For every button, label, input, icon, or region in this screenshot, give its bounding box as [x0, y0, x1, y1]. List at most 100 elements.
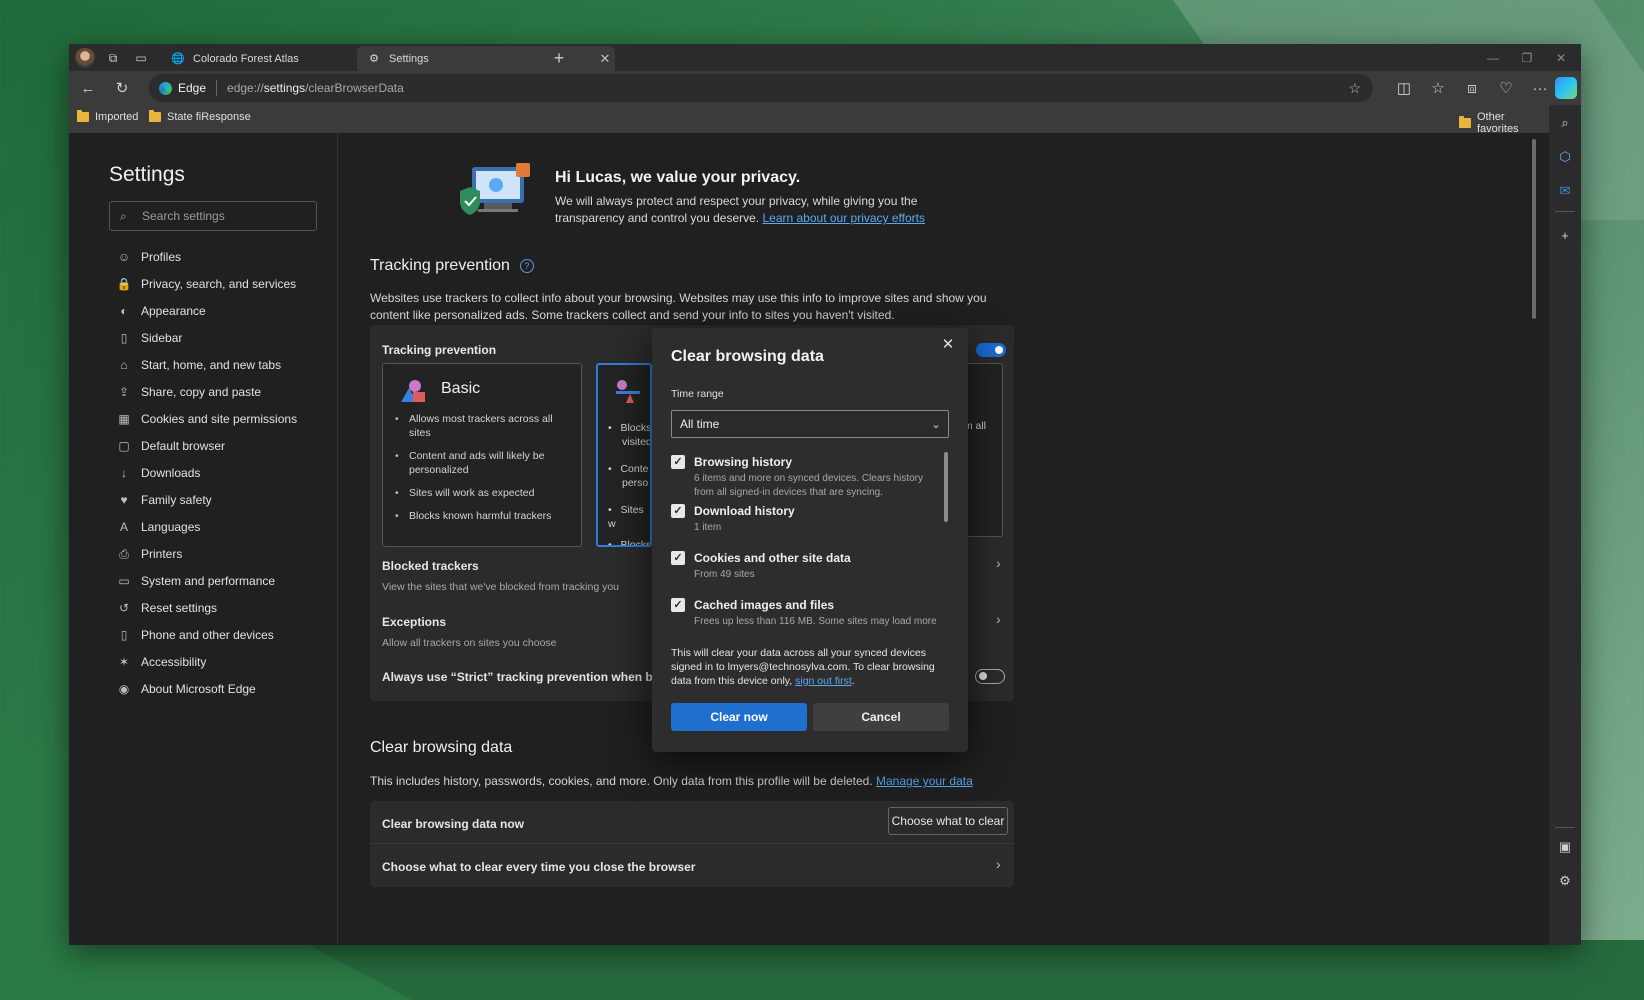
privacy-efforts-link[interactable]: Learn about our privacy efforts — [762, 211, 925, 225]
more-menu-icon[interactable]: ··· — [1527, 76, 1553, 100]
browser-essentials-icon[interactable]: ♡ — [1493, 76, 1519, 100]
nav-item-about-microsoft-edge[interactable]: ◉ About Microsoft Edge — [117, 677, 256, 701]
manage-data-link[interactable]: Manage your data — [876, 774, 973, 788]
nav-item-cookies-and-site-permissions[interactable]: ▦ Cookies and site permissions — [117, 407, 297, 431]
checkbox-checked[interactable]: ✓ — [671, 455, 685, 469]
chevron-right-icon: › — [996, 856, 1001, 872]
tracking-heading: Tracking prevention? — [370, 257, 534, 275]
nav-item-system-and-performance[interactable]: ▭ System and performance — [117, 569, 275, 593]
cached-files-option[interactable]: ✓ Cached images and files Frees up less … — [671, 598, 941, 632]
lock-icon: 🔒 — [116, 277, 132, 291]
download-icon: ↓ — [121, 466, 127, 480]
page-scrollbar[interactable] — [1532, 139, 1536, 319]
nav-item-default-browser[interactable]: ▢ Default browser — [117, 434, 225, 458]
accessibility-icon: ✶ — [118, 655, 130, 669]
browser-icon: ▢ — [118, 439, 130, 453]
tab-settings[interactable]: ⚙ Settings ✕ — [357, 46, 615, 71]
profile-icon: ☺ — [117, 250, 131, 264]
tracking-option-basic[interactable]: Basic Allows most trackers across all si… — [382, 363, 582, 547]
tab-actions-icon[interactable]: ▭ — [131, 48, 151, 68]
cookie-icon: ▦ — [118, 412, 130, 426]
close-icon[interactable]: ✕ — [938, 335, 958, 355]
clear-now-label: Clear browsing data now — [382, 817, 525, 831]
folder-icon — [149, 110, 161, 122]
nav-item-appearance[interactable]: ◐ Appearance — [117, 299, 205, 323]
tracking-description: Websites use trackers to collect info ab… — [370, 291, 987, 322]
copilot-sidebar-icon[interactable]: ⬡ — [1555, 147, 1575, 167]
clear-data-heading: Clear browsing data — [370, 739, 513, 756]
favorite-folder-imported[interactable]: Imported — [77, 110, 138, 123]
browsing-history-option[interactable]: ✓ Browsing history 6 items and more on s… — [671, 455, 941, 499]
language-icon: A — [119, 520, 128, 534]
palette-icon: ◐ — [120, 304, 128, 318]
add-app-icon[interactable]: + — [1555, 225, 1575, 245]
outlook-icon[interactable]: ✉ — [1555, 181, 1575, 201]
nav-item-languages[interactable]: A Languages — [117, 515, 200, 539]
collections-icon[interactable]: ⧈ — [1459, 76, 1485, 100]
reset-icon: ↺ — [118, 601, 130, 615]
toolbar: ← ↻ Edge edge://settings/clearBrowserDat… — [69, 71, 1581, 105]
printer-icon: ⎙ — [119, 546, 129, 561]
new-tab-button[interactable]: + — [547, 46, 571, 70]
tracking-toggle[interactable] — [976, 343, 1006, 357]
clear-now-button[interactable]: Clear now — [671, 703, 807, 731]
address-bar[interactable]: Edge edge://settings/clearBrowserData ☆ — [149, 74, 1373, 102]
nav-item-sidebar[interactable]: ▯ Sidebar — [117, 326, 183, 350]
nav-item-accessibility[interactable]: ✶ Accessibility — [117, 650, 206, 674]
choose-what-to-clear-button[interactable]: Choose what to clear — [888, 807, 1008, 835]
tracking-option-balanced[interactable]: • Blocks visited • Conte perso • Sites w… — [596, 363, 652, 547]
copilot-icon[interactable] — [1555, 77, 1577, 99]
strict-inprivate-toggle[interactable] — [975, 669, 1005, 684]
nav-item-start-home-and-new-tabs[interactable]: ⌂ Start, home, and new tabs — [117, 353, 281, 377]
workspaces-icon[interactable]: ⧉ — [103, 48, 123, 68]
restore-button[interactable]: ❐ — [1509, 46, 1545, 70]
close-tab-icon[interactable]: ✕ — [595, 51, 615, 67]
settings-nav: Settings ⌕ Search settings ☺ Profiles 🔒 Pri… — [69, 133, 338, 945]
chevron-right-icon: › — [996, 611, 1001, 627]
checkbox-checked[interactable]: ✓ — [671, 598, 685, 612]
favorites-bar: Imported State fiResponse Other favorite… — [69, 105, 1549, 135]
dialog-scrollbar[interactable] — [944, 452, 948, 522]
favorite-folder-state-firesponse[interactable]: State fiResponse — [149, 110, 251, 123]
nav-item-downloads[interactable]: ↓ Downloads — [117, 461, 200, 485]
balanced-shapes-icon — [616, 380, 640, 403]
folder-icon — [1459, 116, 1471, 128]
help-icon[interactable]: ? — [519, 258, 534, 273]
checkbox-checked[interactable]: ✓ — [671, 551, 685, 565]
cancel-button[interactable]: Cancel — [813, 703, 949, 731]
nav-item-family-safety[interactable]: ♥ Family safety — [117, 488, 211, 512]
profile-avatar[interactable] — [75, 48, 95, 68]
nav-item-phone-and-other-devices[interactable]: ▯ Phone and other devices — [117, 623, 274, 647]
clear-on-close-row[interactable]: Choose what to clear every time you clos… — [382, 860, 695, 874]
checkbox-checked[interactable]: ✓ — [671, 504, 685, 518]
download-history-option[interactable]: ✓ Download history 1 item — [671, 504, 941, 538]
refresh-button[interactable]: ↻ — [109, 76, 135, 100]
cookies-option[interactable]: ✓ Cookies and other site data From 49 si… — [671, 551, 941, 585]
privacy-greeting: Hi Lucas, we value your privacy. — [555, 169, 801, 186]
time-range-select[interactable]: All time ⌄ — [671, 410, 949, 438]
other-favorites[interactable]: Other favorites — [1459, 111, 1549, 135]
hide-sidebar-icon[interactable]: ▣ — [1555, 837, 1575, 857]
nav-item-reset-settings[interactable]: ↺ Reset settings — [117, 596, 217, 620]
nav-item-share-copy-and-paste[interactable]: ⇪ Share, copy and paste — [117, 380, 261, 404]
favorite-star-icon[interactable]: ☆ — [1348, 80, 1361, 97]
folder-icon — [77, 110, 89, 122]
split-screen-icon[interactable]: ◫ — [1391, 76, 1417, 100]
sidebar-settings-icon[interactable]: ⚙ — [1555, 871, 1575, 891]
minimize-button[interactable]: — — [1475, 46, 1511, 70]
sync-note: This will clear your data across all you… — [671, 647, 935, 687]
dialog-title: Clear browsing data — [671, 348, 824, 365]
chevron-right-icon: › — [996, 555, 1001, 571]
search-settings-input[interactable]: ⌕ Search settings — [109, 201, 317, 231]
nav-item-privacy-search-and-services[interactable]: 🔒 Privacy, search, and services — [116, 272, 297, 296]
privacy-illustration — [460, 163, 530, 215]
close-window-button[interactable]: ✕ — [1543, 46, 1579, 70]
nav-item-profiles[interactable]: ☺ Profiles — [117, 245, 181, 269]
nav-item-printers[interactable]: ⎙ Printers — [117, 542, 182, 566]
strict-inprivate-label: Always use “Strict” tracking prevention … — [382, 670, 685, 684]
back-button[interactable]: ← — [75, 76, 101, 100]
search-icon: ⌕ — [120, 208, 127, 223]
favorites-icon[interactable]: ☆ — [1425, 76, 1451, 100]
sign-out-link[interactable]: sign out first — [795, 675, 852, 687]
search-icon[interactable]: ⌕ — [1555, 113, 1575, 133]
